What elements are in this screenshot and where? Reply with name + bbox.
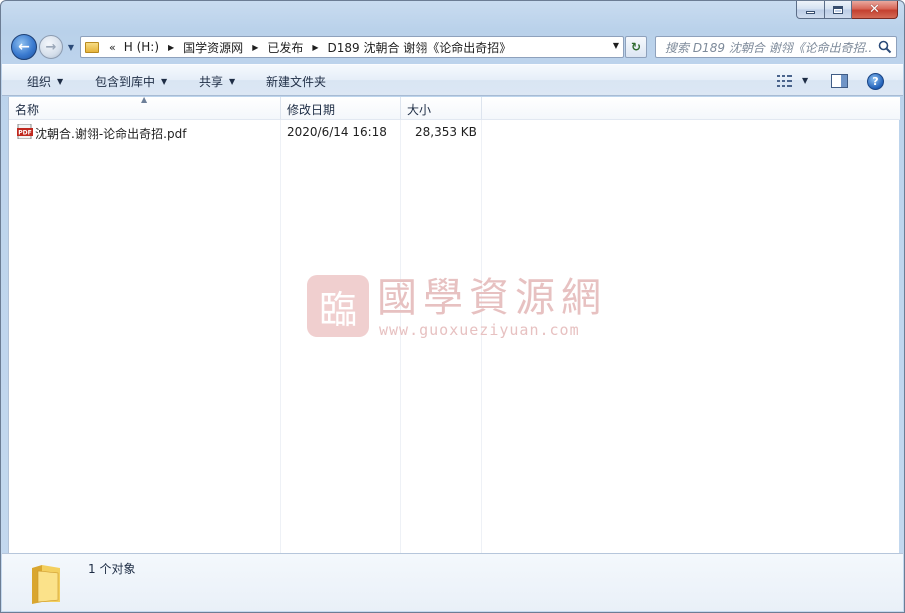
watermark-seal: 臨 xyxy=(307,275,369,337)
breadcrumb-published[interactable]: 已发布 xyxy=(267,39,303,56)
chevron-down-icon: ▼ xyxy=(161,77,168,86)
help-button[interactable]: ? xyxy=(867,73,884,90)
svg-text:PDF: PDF xyxy=(18,130,31,137)
watermark-url: www.guoxueziyuan.com xyxy=(379,321,580,339)
explorer-window: ✕ ← → ▼ « H (H:) ▶ 国学资源网 ▶ 已发布 ▶ D189 沈朝… xyxy=(0,0,905,613)
file-name[interactable]: 沈朝合.谢翎-论命出奇招.pdf xyxy=(35,125,186,142)
breadcrumb-drive[interactable]: H (H:) xyxy=(124,40,159,54)
breadcrumb-guoxue[interactable]: 国学资源网 xyxy=(183,39,243,56)
maximize-button[interactable] xyxy=(825,1,852,19)
search-input[interactable]: 搜索 D189 沈朝合 谢翎《论命出奇招... xyxy=(665,39,873,56)
details-pane: 1 个对象 xyxy=(2,553,903,611)
file-size: 28,353 KB xyxy=(415,125,477,139)
watermark-title: 國學資源網 xyxy=(377,275,607,321)
new-folder-label: 新建文件夹 xyxy=(266,75,327,89)
view-options-icon[interactable] xyxy=(777,74,793,88)
organize-button[interactable]: 组织 ▼ xyxy=(27,73,63,90)
arrow-right-icon: → xyxy=(45,39,57,55)
include-library-label: 包含到库中 xyxy=(95,75,156,89)
close-button[interactable]: ✕ xyxy=(852,1,898,19)
column-modified-label: 修改日期 xyxy=(287,103,336,117)
organize-label: 组织 xyxy=(27,75,52,89)
new-folder-button[interactable]: 新建文件夹 xyxy=(266,73,326,90)
pdf-file-icon: PDF xyxy=(17,124,33,139)
file-list[interactable]: 名称 ▲ 修改日期 大小 PDF 沈朝合.谢翎-论命出奇招.pdf 2020/6… xyxy=(8,95,900,553)
minimize-button[interactable] xyxy=(796,1,825,19)
include-in-library-button[interactable]: 包含到库中 ▼ xyxy=(95,73,167,90)
breadcrumb-overflow[interactable]: « xyxy=(109,41,116,54)
caption-buttons: ✕ xyxy=(796,1,898,21)
help-icon: ? xyxy=(872,75,879,88)
column-divider xyxy=(280,120,281,553)
column-header-size[interactable]: 大小 xyxy=(401,97,482,120)
chevron-down-icon: ▼ xyxy=(229,77,236,86)
breadcrumb-separator-icon[interactable]: ▶ xyxy=(252,43,258,52)
address-dropdown-icon[interactable]: ▼ xyxy=(613,41,619,50)
maximize-icon xyxy=(833,5,843,14)
share-label: 共享 xyxy=(199,75,224,89)
preview-pane-icon[interactable] xyxy=(831,74,848,88)
chevron-down-icon: ▼ xyxy=(67,42,75,52)
share-button[interactable]: 共享 ▼ xyxy=(199,73,235,90)
breadcrumb-separator-icon[interactable]: ▶ xyxy=(312,43,318,52)
column-size-label: 大小 xyxy=(407,103,432,117)
column-header-modified[interactable]: 修改日期 xyxy=(281,97,401,120)
view-dropdown-icon[interactable]: ▼ xyxy=(802,76,808,85)
back-button[interactable]: ← xyxy=(11,34,37,60)
column-name-label: 名称 xyxy=(15,103,40,117)
command-bar: 组织 ▼ 包含到库中 ▼ 共享 ▼ 新建文件夹 ▼ ? xyxy=(2,64,903,96)
arrow-left-icon: ← xyxy=(18,39,30,55)
folder-icon xyxy=(85,41,99,53)
recent-pages-button[interactable]: ▼ xyxy=(65,39,77,55)
column-header-name[interactable]: 名称 ▲ xyxy=(9,95,281,120)
item-count: 1 个对象 xyxy=(88,562,136,576)
file-modified: 2020/6/14 16:18 xyxy=(287,125,387,139)
breadcrumb-current-folder[interactable]: D189 沈朝合 谢翎《论命出奇招》 xyxy=(328,39,512,56)
watermark: 臨 國學資源網 www.guoxueziyuan.com xyxy=(307,275,607,345)
minimize-icon xyxy=(806,11,815,14)
search-box[interactable]: 搜索 D189 沈朝合 谢翎《论命出奇招... xyxy=(655,36,897,58)
forward-button[interactable]: → xyxy=(39,35,63,59)
chevron-down-icon: ▼ xyxy=(57,77,64,86)
folder-icon xyxy=(32,565,60,604)
column-header-filler xyxy=(482,97,900,120)
close-icon: ✕ xyxy=(869,2,880,17)
refresh-button[interactable]: ↻ xyxy=(625,36,647,58)
sort-ascending-icon: ▲ xyxy=(141,95,148,104)
refresh-icon: ↻ xyxy=(630,40,642,54)
breadcrumb-separator-icon[interactable]: ▶ xyxy=(168,43,174,52)
file-row[interactable]: PDF 沈朝合.谢翎-论命出奇招.pdf 2020/6/14 16:18 28,… xyxy=(9,122,480,142)
search-icon[interactable] xyxy=(878,40,892,54)
address-bar[interactable]: « H (H:) ▶ 国学资源网 ▶ 已发布 ▶ D189 沈朝合 谢翎《论命出… xyxy=(80,36,624,58)
